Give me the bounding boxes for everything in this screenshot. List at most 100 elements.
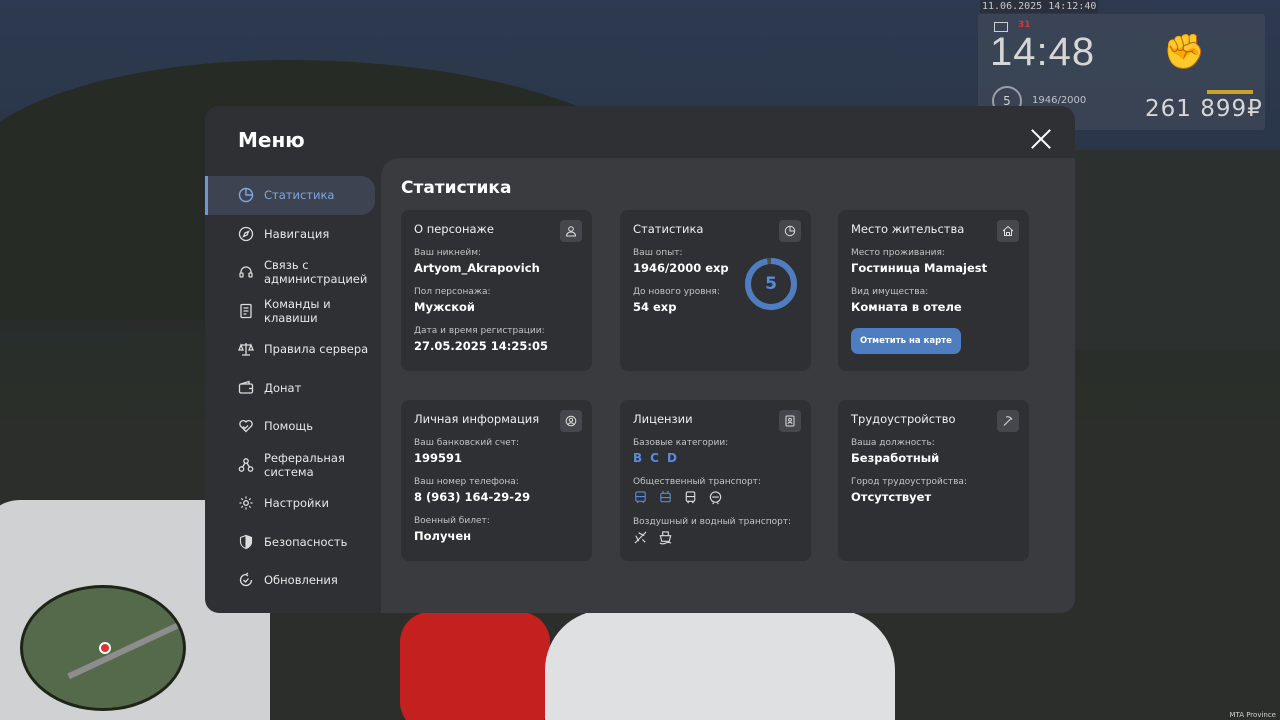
boat-icon bbox=[659, 531, 672, 545]
pie-chart-icon bbox=[238, 187, 254, 203]
refresh-check-icon bbox=[238, 572, 254, 588]
sidebar-item-admin-contact[interactable]: Связь с администрацией bbox=[205, 253, 381, 292]
close-icon[interactable] bbox=[1030, 128, 1052, 150]
position-value: Безработный bbox=[851, 451, 940, 465]
sidebar-item-label: Настройки bbox=[264, 496, 329, 511]
red-motorcycle bbox=[400, 612, 550, 720]
house-icon bbox=[997, 220, 1019, 242]
sidebar-item-statistics[interactable]: Статистика bbox=[205, 176, 375, 215]
employment-card: Трудоустройство Ваша должность: Безработ… bbox=[838, 400, 1029, 561]
content-panel: Статистика О персонаже Ваш никнейм: Arty… bbox=[381, 158, 1075, 613]
wallet-icon bbox=[238, 380, 254, 396]
tram-icon bbox=[685, 491, 696, 504]
sidebar-item-security[interactable]: Безопасность bbox=[205, 523, 381, 562]
menu-title: Меню bbox=[238, 128, 305, 152]
stats-card: Статистика Ваш опыт: 1946/2000 exp До но… bbox=[620, 210, 811, 371]
gear-icon bbox=[238, 495, 254, 511]
user-circle-icon bbox=[560, 410, 582, 432]
scales-icon bbox=[238, 341, 254, 357]
watermark: MTA Province bbox=[1229, 711, 1276, 719]
money-bar bbox=[1207, 90, 1253, 94]
user-icon bbox=[560, 220, 582, 242]
minimap bbox=[20, 585, 186, 711]
public-transport-label: Общественный транспорт: bbox=[633, 477, 761, 487]
compass-icon bbox=[238, 226, 254, 242]
sidebar-item-label: Обновления bbox=[264, 573, 338, 588]
pickaxe-icon bbox=[997, 410, 1019, 432]
menu-window: Меню Статистика Навигация Связь с админи… bbox=[205, 106, 1075, 613]
position-label: Ваша должность: bbox=[851, 438, 935, 448]
pie-chart-icon bbox=[779, 220, 801, 242]
registration-label: Дата и время регистрации: bbox=[414, 326, 545, 336]
mail-count: 31 bbox=[1018, 20, 1031, 30]
sidebar-item-referral[interactable]: Реферальная система bbox=[205, 446, 381, 485]
fist-icon: ✊ bbox=[1163, 32, 1206, 72]
property-type-value: Комната в отеле bbox=[851, 300, 962, 314]
document-icon bbox=[238, 303, 254, 319]
minimap-road bbox=[67, 622, 179, 680]
licenses-card: Лицензии Базовые категории: B C D Общест… bbox=[620, 400, 811, 561]
sidebar-item-rules[interactable]: Правила сервера bbox=[205, 330, 381, 369]
card-title: Статистика bbox=[633, 222, 704, 236]
bus-icon bbox=[635, 491, 646, 504]
gender-value: Мужской bbox=[414, 300, 475, 314]
residence-place-value: Гостиница Mamajest bbox=[851, 261, 988, 275]
property-type-label: Вид имущества: bbox=[851, 287, 929, 297]
phone-label: Ваш номер телефона: bbox=[414, 477, 519, 487]
sidebar-item-label: Безопасность bbox=[264, 534, 348, 549]
sidebar-item-settings[interactable]: Настройки bbox=[205, 484, 381, 523]
sidebar-item-label: Команды и клавиши bbox=[264, 296, 331, 325]
registration-value: 27.05.2025 14:25:05 bbox=[414, 339, 548, 353]
card-title: Лицензии bbox=[633, 412, 693, 426]
card-title: Личная информация bbox=[414, 412, 540, 426]
mark-on-map-button[interactable]: Отметить на карте bbox=[851, 328, 961, 354]
sidebar-item-help[interactable]: Помощь bbox=[205, 407, 381, 446]
metro-icon bbox=[709, 491, 722, 505]
air-water-transport-icons bbox=[633, 530, 798, 545]
network-icon bbox=[238, 457, 254, 473]
sidebar: Статистика Навигация Связь с администрац… bbox=[205, 176, 381, 600]
hud-time: 14:48 bbox=[990, 30, 1096, 74]
nickname-label: Ваш никнейм: bbox=[414, 248, 482, 258]
gender-label: Пол персонажа: bbox=[414, 287, 491, 297]
military-id-value: Получен bbox=[414, 529, 472, 543]
bank-account-label: Ваш банковский счет: bbox=[414, 438, 520, 448]
employment-city-label: Город трудоустройства: bbox=[851, 477, 967, 487]
player-marker-icon bbox=[99, 642, 111, 654]
hud-money: 261 899₽ bbox=[1145, 96, 1263, 122]
heart-hands-icon bbox=[238, 418, 254, 434]
headset-icon bbox=[238, 264, 254, 280]
sidebar-item-label: Навигация bbox=[264, 226, 330, 241]
sidebar-item-navigation[interactable]: Навигация bbox=[205, 215, 381, 254]
military-id-label: Военный билет: bbox=[414, 516, 490, 526]
residence-place-label: Место проживания: bbox=[851, 248, 945, 258]
sidebar-item-label: Реферальная система bbox=[264, 450, 345, 479]
license-categories: B C D bbox=[633, 451, 798, 465]
sidebar-item-donate[interactable]: Донат bbox=[205, 369, 381, 408]
license-category: C bbox=[650, 451, 659, 465]
card-title: О персонаже bbox=[414, 222, 494, 236]
character-card: О персонаже Ваш никнейм: Artyom_Akrapovi… bbox=[401, 210, 592, 371]
white-car bbox=[545, 610, 895, 720]
page-title: Статистика bbox=[401, 178, 512, 198]
phone-value: 8 (963) 164-29-29 bbox=[414, 490, 531, 504]
nickname-value: Artyom_Akrapovich bbox=[414, 261, 540, 275]
hud-exp: 1946/2000 bbox=[1032, 95, 1087, 106]
employment-city-value: Отсутствует bbox=[851, 490, 932, 504]
sidebar-item-label: Донат bbox=[264, 380, 302, 395]
residence-card: Место жительства Место проживания: Гости… bbox=[838, 210, 1029, 371]
level-number: 5 bbox=[765, 274, 777, 294]
license-category: B bbox=[633, 451, 643, 465]
bank-account-value: 199591 bbox=[414, 451, 463, 465]
sidebar-item-label: Статистика bbox=[264, 188, 335, 203]
id-badge-icon bbox=[779, 410, 801, 432]
sidebar-item-updates[interactable]: Обновления bbox=[205, 561, 381, 600]
card-title: Место жительства bbox=[851, 222, 965, 236]
personal-info-card: Личная информация Ваш банковский счет: 1… bbox=[401, 400, 592, 561]
sidebar-item-label: Связь с администрацией bbox=[264, 258, 368, 287]
hud-datetime: 11.06.2025 14:12:40 bbox=[980, 0, 1099, 13]
sidebar-item-commands[interactable]: Команды и клавиши bbox=[205, 292, 381, 331]
card-title: Трудоустройство bbox=[851, 412, 956, 426]
trolleybus-icon bbox=[660, 490, 671, 503]
public-transport-icons bbox=[633, 490, 798, 505]
